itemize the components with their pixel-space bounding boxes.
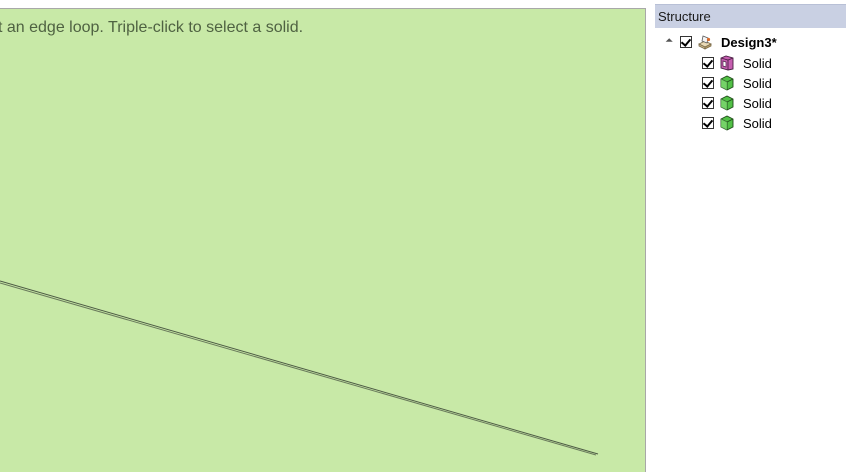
edge-line (0, 280, 599, 455)
solid-green-icon (720, 95, 734, 111)
tree-item-label: Solid (743, 55, 772, 71)
visibility-checkbox[interactable] (702, 97, 714, 109)
solid-green-icon (720, 115, 734, 131)
solid-purple-icon (720, 55, 734, 71)
tree-item-label: Solid (743, 75, 772, 91)
tree-item-solid[interactable]: Solid (702, 54, 772, 72)
tree-item-solid[interactable]: Solid (702, 114, 772, 132)
structure-title: Structure (658, 9, 711, 24)
tree-item-solid[interactable]: Solid (702, 94, 772, 112)
visibility-checkbox[interactable] (702, 117, 714, 129)
design-icon (698, 35, 712, 50)
tree-item-label: Solid (743, 95, 772, 111)
top-strip (0, 0, 652, 8)
design-viewport[interactable]: t an edge loop. Triple-click to select a… (0, 8, 646, 472)
edge-lines[interactable] (0, 9, 646, 472)
collapse-arrow-icon[interactable] (665, 37, 673, 45)
tree-root-label: Design3* (721, 34, 777, 50)
structure-panel: Structure Design3* Solid Solid Solid Sol… (652, 0, 846, 472)
tree-item-solid[interactable]: Solid (702, 74, 772, 92)
visibility-checkbox[interactable] (702, 57, 714, 69)
visibility-checkbox[interactable] (680, 36, 692, 48)
structure-panel-header: Structure (655, 4, 846, 28)
tree-root-design[interactable]: Design3* (665, 33, 777, 51)
visibility-checkbox[interactable] (702, 77, 714, 89)
solid-green-icon (720, 75, 734, 91)
edge-line (0, 282, 597, 456)
tree-item-label: Solid (743, 115, 772, 131)
